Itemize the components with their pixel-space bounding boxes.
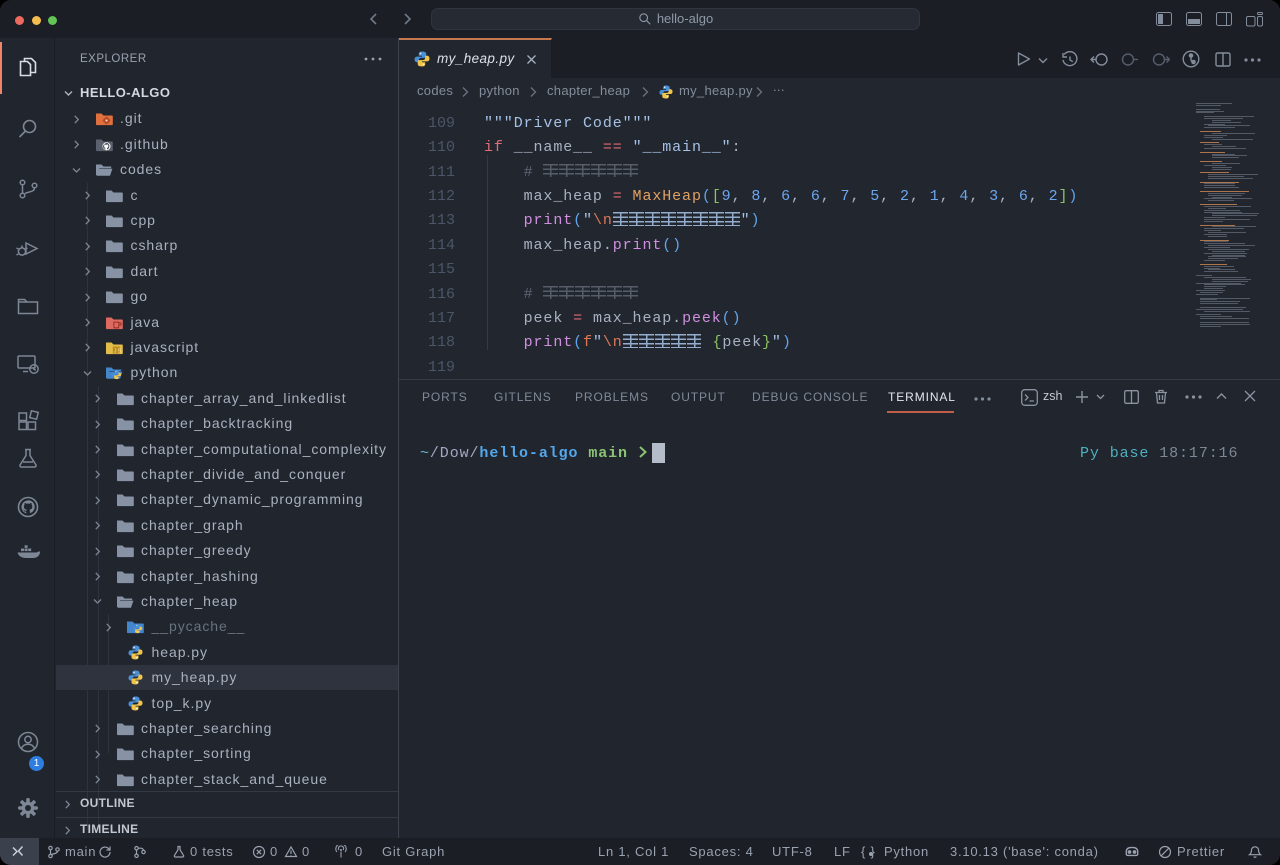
svg-text:JS: JS xyxy=(114,348,122,354)
